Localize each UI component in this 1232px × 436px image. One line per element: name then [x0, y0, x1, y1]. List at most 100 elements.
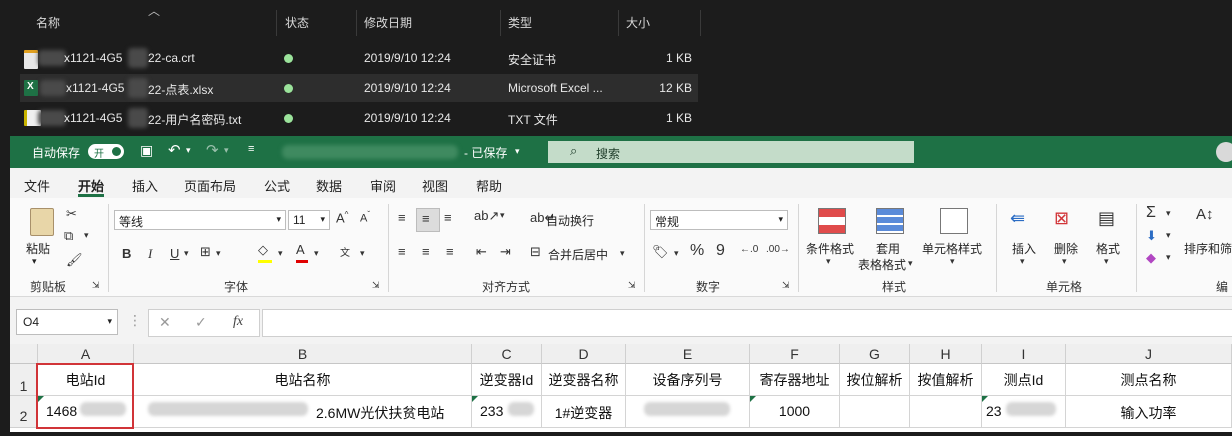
tab-insert[interactable]: 插入: [132, 176, 158, 195]
cell-style-button[interactable]: 单元格样式: [922, 240, 982, 257]
avatar[interactable]: [1216, 142, 1232, 162]
conditional-format-button[interactable]: 条件格式: [806, 240, 854, 257]
chevron-down-icon[interactable]: ▾: [32, 256, 37, 267]
align-center-icon[interactable]: ≡: [422, 244, 430, 259]
cut-icon[interactable]: ✂: [66, 206, 77, 222]
name-box[interactable]: O4 ▾: [16, 309, 118, 335]
insert-cells-icon[interactable]: ⇚: [1010, 208, 1025, 229]
align-top-icon[interactable]: ≡: [398, 210, 406, 225]
redo-icon[interactable]: ↷: [206, 141, 219, 159]
chevron-down-icon[interactable]: ▾: [674, 248, 679, 259]
column-header-h[interactable]: H: [910, 344, 982, 364]
file-row[interactable]: x1121-4G5 22-ca.crt 2019/9/10 12:24 安全证书…: [20, 44, 698, 72]
delete-cells-icon[interactable]: ⊠: [1054, 208, 1069, 229]
cell-c2[interactable]: 233: [472, 396, 542, 428]
cell-g2[interactable]: [840, 396, 910, 428]
undo-icon[interactable]: ↶: [168, 141, 181, 159]
conditional-format-icon[interactable]: [818, 208, 846, 234]
cell-b2[interactable]: 2.6MW光伏扶贫电站: [134, 396, 472, 428]
align-right-icon[interactable]: ≡: [446, 244, 454, 259]
column-header-g[interactable]: G: [840, 344, 910, 364]
undo-dropdown-icon[interactable]: ▾: [186, 145, 191, 156]
dialog-launcher-icon[interactable]: ⇲: [628, 280, 636, 291]
cell-f1[interactable]: 寄存器地址: [750, 364, 840, 396]
column-header-c[interactable]: C: [472, 344, 542, 364]
column-status[interactable]: 状态: [285, 14, 309, 31]
paste-icon[interactable]: [30, 208, 54, 236]
format-cells-button[interactable]: 格式: [1096, 240, 1120, 257]
sort-filter-icon[interactable]: A↕: [1196, 206, 1214, 223]
copy-icon[interactable]: ⧉: [64, 228, 73, 244]
cell-g1[interactable]: 按位解析: [840, 364, 910, 396]
clear-icon[interactable]: ◆: [1146, 250, 1156, 266]
chevron-down-icon[interactable]: ▾: [500, 210, 505, 221]
cell-e1[interactable]: 设备序列号: [626, 364, 750, 396]
tab-page-layout[interactable]: 页面布局: [184, 176, 236, 195]
cell-b1[interactable]: 电站名称: [134, 364, 472, 396]
dialog-launcher-icon[interactable]: ⇲: [782, 280, 790, 291]
italic-icon[interactable]: I: [148, 246, 152, 262]
format-cells-icon[interactable]: ▤: [1098, 208, 1115, 229]
fill-color-icon[interactable]: ◇: [258, 242, 272, 263]
font-name-select[interactable]: 等线 ▾: [114, 210, 286, 230]
dialog-launcher-icon[interactable]: ⇲: [92, 280, 100, 291]
insert-function-icon[interactable]: fx: [233, 314, 243, 330]
column-modified[interactable]: 修改日期: [364, 14, 412, 31]
font-color-icon[interactable]: A: [296, 242, 308, 263]
enter-icon[interactable]: ✓: [195, 314, 207, 331]
customize-toolbar-icon[interactable]: ≡: [248, 143, 254, 155]
cell-h1[interactable]: 按值解析: [910, 364, 982, 396]
chevron-down-icon[interactable]: ▾: [908, 258, 913, 269]
number-format-select[interactable]: 常规 ▾: [650, 210, 788, 230]
decrease-decimal-icon[interactable]: .00→: [766, 244, 790, 255]
dialog-launcher-icon[interactable]: ⇲: [372, 280, 380, 291]
bold-icon[interactable]: B: [122, 246, 131, 261]
column-header-d[interactable]: D: [542, 344, 626, 364]
column-header-a[interactable]: A: [38, 344, 134, 364]
underline-icon[interactable]: U: [170, 246, 179, 261]
chevron-down-icon[interactable]: ▾: [1166, 230, 1171, 241]
chevron-down-icon[interactable]: ▾: [360, 248, 365, 259]
chevron-down-icon[interactable]: ▾: [1062, 256, 1067, 267]
autosave-toggle[interactable]: 开: [88, 144, 124, 160]
align-middle-button[interactable]: ≡: [416, 208, 440, 232]
cell-f2[interactable]: 1000: [750, 396, 840, 428]
format-table-icon[interactable]: [876, 208, 904, 234]
wrap-text-button[interactable]: 自动换行: [546, 212, 594, 229]
search-box[interactable]: ⌕ 搜索: [548, 141, 914, 163]
percent-icon[interactable]: %: [690, 242, 704, 260]
column-name[interactable]: 名称: [36, 14, 60, 31]
file-row-selected[interactable]: X x1121-4G5 22-点表.xlsx 2019/9/10 12:24 M…: [20, 74, 698, 102]
decrease-font-size-icon[interactable]: Aˇ: [360, 210, 370, 225]
chevron-down-icon[interactable]: ▾: [216, 248, 221, 259]
tab-formulas[interactable]: 公式: [264, 176, 290, 195]
save-icon[interactable]: ▣: [140, 142, 153, 159]
save-status[interactable]: - 已保存: [464, 144, 507, 161]
tab-help[interactable]: 帮助: [476, 176, 502, 195]
chevron-down-icon[interactable]: ▾: [184, 248, 189, 259]
column-size[interactable]: 大小: [626, 14, 650, 31]
cell-h2[interactable]: [910, 396, 982, 428]
merge-center-icon[interactable]: ⊟: [530, 244, 541, 260]
cell-i2[interactable]: 23: [982, 396, 1066, 428]
cell-i1[interactable]: 测点Id: [982, 364, 1066, 396]
cell-d2[interactable]: 1#逆变器: [542, 396, 626, 428]
increase-indent-icon[interactable]: ⇥: [500, 244, 511, 260]
cancel-icon[interactable]: ✕: [159, 314, 171, 331]
chevron-down-icon[interactable]: ▾: [278, 248, 283, 259]
currency-icon[interactable]: 🏷: [652, 244, 669, 260]
phonetic-guide-icon[interactable]: 文: [340, 244, 350, 259]
column-header-e[interactable]: E: [626, 344, 750, 364]
align-bottom-icon[interactable]: ≡: [444, 210, 452, 225]
increase-decimal-icon[interactable]: ←.0: [740, 244, 758, 255]
decrease-indent-icon[interactable]: ⇤: [476, 244, 487, 260]
row-header-2[interactable]: 2: [10, 396, 38, 428]
paste-button[interactable]: 粘贴: [26, 240, 50, 257]
tab-home[interactable]: 开始: [78, 176, 104, 195]
tab-data[interactable]: 数据: [316, 176, 342, 195]
cell-j1[interactable]: 测点名称: [1066, 364, 1232, 396]
column-header-i[interactable]: I: [982, 344, 1066, 364]
chevron-down-icon[interactable]: ▾: [826, 256, 831, 267]
file-row[interactable]: x1121-4G5 22-用户名密码.txt 2019/9/10 12:24 T…: [20, 104, 698, 132]
chevron-down-icon[interactable]: ▾: [1166, 208, 1171, 219]
